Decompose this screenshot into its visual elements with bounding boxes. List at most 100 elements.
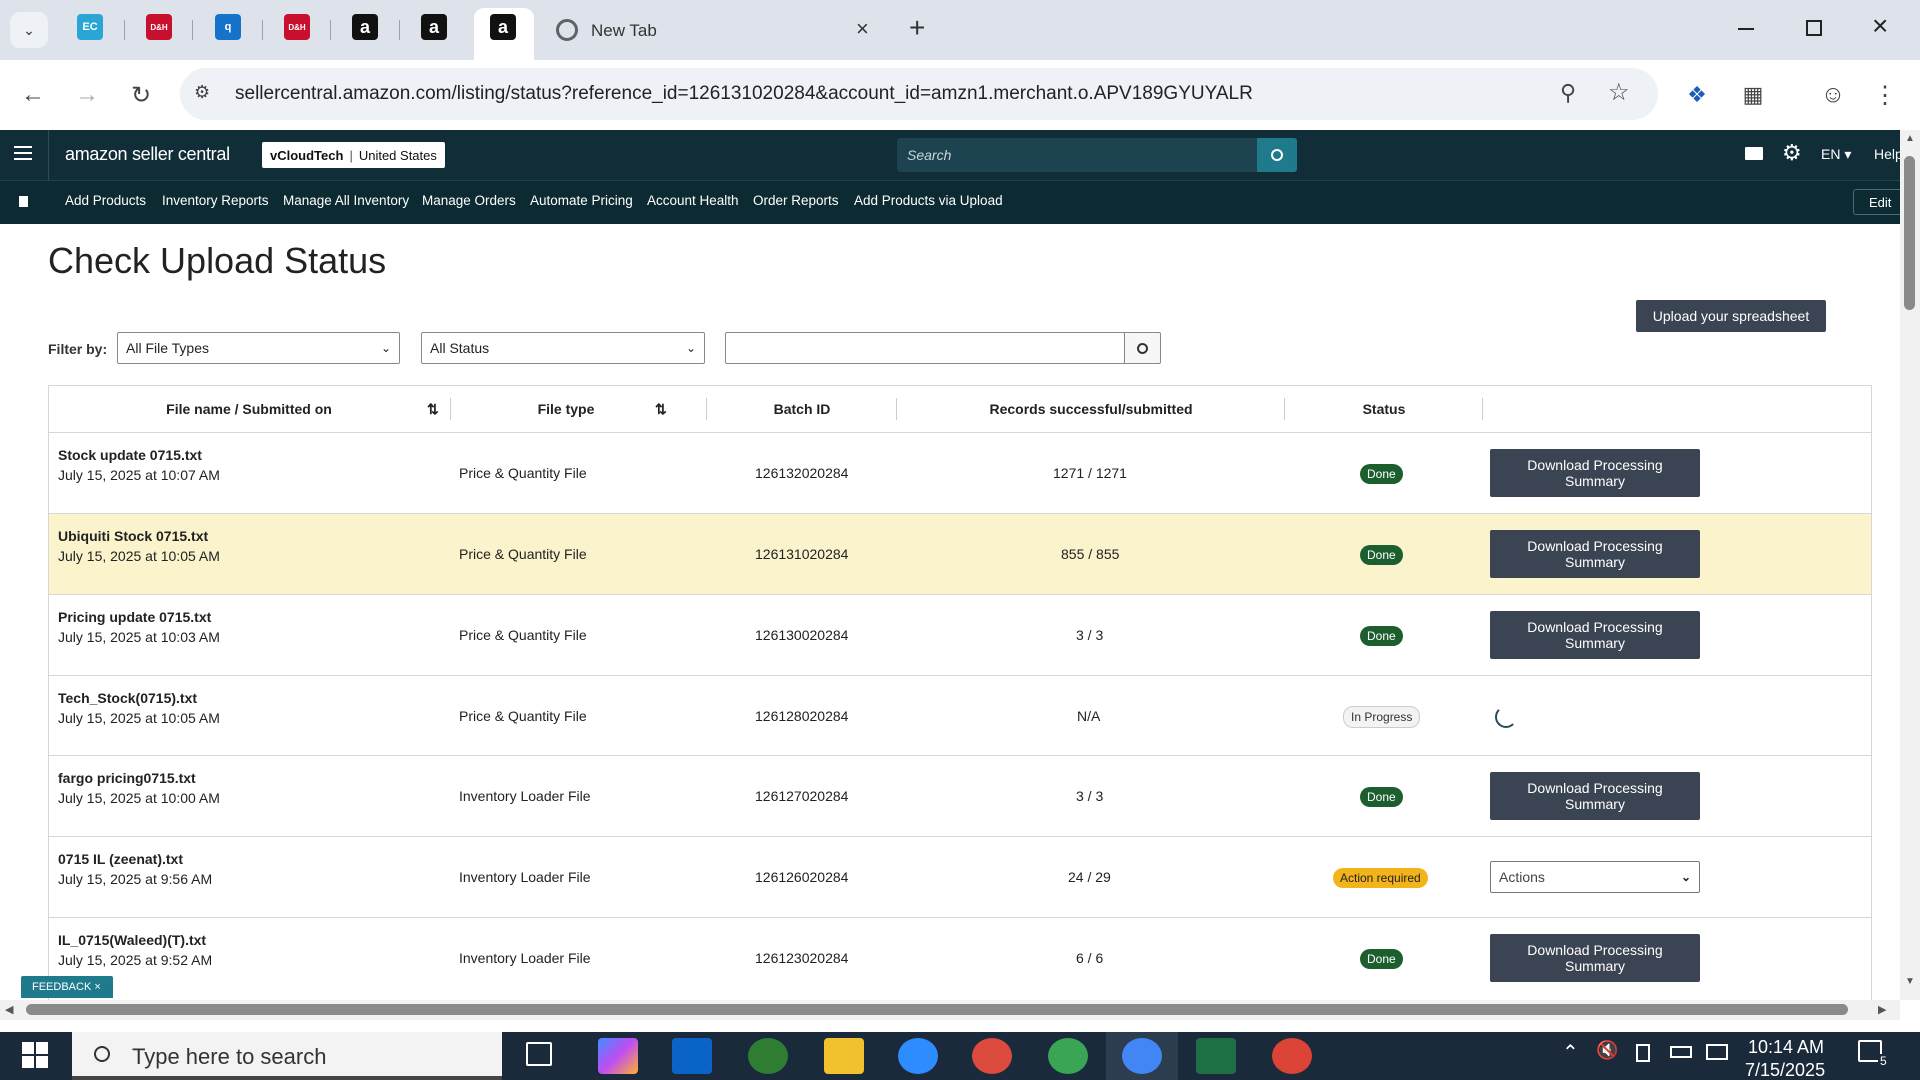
feedback-button[interactable]: FEEDBACK × (21, 976, 113, 998)
download-processing-summary-button[interactable]: Download Processing Summary (1490, 611, 1700, 659)
copilot-icon[interactable] (598, 1038, 638, 1074)
download-processing-summary-button[interactable]: Download Processing Summary (1490, 772, 1700, 820)
language-selector[interactable]: EN ▾ (1821, 146, 1851, 163)
nav-add-products-via-upload[interactable]: Add Products via Upload (854, 193, 1003, 208)
profile-icon[interactable]: ☺ (1816, 78, 1850, 112)
minimize-button[interactable] (1736, 14, 1756, 34)
meet-icon[interactable] (1636, 1044, 1650, 1062)
windows-start-icon[interactable] (22, 1042, 48, 1068)
scroll-right-arrow[interactable]: ▶ (1878, 1003, 1886, 1016)
file-explorer-icon[interactable] (824, 1038, 864, 1074)
tab-search-button[interactable]: ⌄ (10, 12, 48, 48)
menu-dots-icon[interactable]: ⋮ (1868, 78, 1902, 112)
sort-icon[interactable]: ⇅ (427, 401, 439, 418)
header-file-name[interactable]: File name / Submitted on ⇅ (49, 386, 449, 432)
batch-id: 126123020284 (755, 950, 849, 966)
battery-icon[interactable] (1670, 1046, 1692, 1058)
download-processing-summary-button[interactable]: Download Processing Summary (1490, 934, 1700, 982)
nav-order-reports[interactable]: Order Reports (753, 193, 839, 208)
download-processing-summary-button[interactable]: Download Processing Summary (1490, 449, 1700, 497)
excel-icon[interactable] (1196, 1038, 1236, 1074)
close-window-button[interactable]: × (1872, 10, 1888, 42)
tab-dh-1[interactable]: D&H (146, 14, 172, 40)
header-file-type[interactable]: File type ⇅ (451, 386, 681, 432)
sort-icon[interactable]: ⇅ (655, 401, 667, 418)
chrome-z-icon[interactable] (1272, 1038, 1312, 1074)
scroll-down-arrow[interactable]: ▼ (1905, 976, 1915, 987)
scroll-left-arrow[interactable]: ◀ (5, 1003, 13, 1016)
batch-id: 126131020284 (755, 546, 849, 562)
horizontal-scrollbar[interactable]: ◀ ▶ (0, 1000, 1900, 1020)
file-type: Price & Quantity File (459, 627, 587, 643)
submitted-on: July 15, 2025 at 10:07 AM (58, 467, 220, 483)
upload-spreadsheet-button[interactable]: Upload your spreadsheet (1636, 300, 1826, 332)
amazon-icon: a (428, 16, 439, 37)
search-button[interactable] (1257, 138, 1297, 172)
extension-icon[interactable]: ❖ (1680, 78, 1714, 112)
close-icon[interactable]: × (94, 981, 100, 993)
chrome-profile-icon[interactable] (748, 1038, 788, 1074)
scrollbar-thumb[interactable] (1904, 156, 1915, 310)
chrome-profile-2-icon[interactable] (1048, 1038, 1088, 1074)
table-search-input[interactable] (725, 332, 1125, 364)
zoom-icon[interactable] (898, 1038, 938, 1074)
nav-automate-pricing[interactable]: Automate Pricing (530, 193, 633, 208)
file-type: Inventory Loader File (459, 869, 591, 885)
extensions-puzzle-icon[interactable]: ▦ (1736, 78, 1770, 112)
network-icon[interactable] (1706, 1044, 1728, 1060)
outlook-icon[interactable] (672, 1038, 712, 1074)
show-hidden-icons[interactable]: ⌃ (1562, 1040, 1579, 1065)
task-view-icon[interactable] (526, 1042, 552, 1066)
restore-button[interactable] (1806, 20, 1822, 36)
nav-account-health[interactable]: Account Health (647, 193, 739, 208)
status-filter[interactable]: All Status ⌄ (421, 332, 705, 364)
file-type-filter[interactable]: All File Types ⌄ (117, 332, 400, 364)
table-row: Tech_Stock(0715).txt July 15, 2025 at 10… (49, 675, 1871, 756)
status-badge: Done (1360, 464, 1403, 484)
address-bar[interactable]: ⚙ sellercentral.amazon.com/listing/statu… (180, 68, 1658, 120)
help-link[interactable]: Help (1874, 146, 1900, 162)
url-text[interactable]: sellercentral.amazon.com/listing/status?… (235, 83, 1253, 105)
tab-ec[interactable]: EC (77, 14, 103, 40)
chrome-active-icon[interactable] (1122, 1038, 1162, 1074)
hamburger-menu-icon[interactable] (14, 146, 32, 160)
vertical-scrollbar[interactable]: ▲ ▼ (1900, 130, 1920, 1000)
tab-amazon-1[interactable]: a (352, 14, 378, 40)
actions-dropdown[interactable]: Actions ⌄ (1490, 861, 1700, 893)
site-info-icon[interactable]: ⚙ (194, 82, 210, 103)
tab-new-tab[interactable]: New Tab × (544, 10, 884, 50)
settings-gear-icon[interactable]: ⚙ (1782, 140, 1802, 166)
reload-button[interactable]: ↻ (124, 78, 158, 112)
new-tab-button[interactable]: + (909, 12, 925, 44)
clock-time[interactable]: 10:14 AM (1748, 1037, 1824, 1058)
mail-icon[interactable] (1745, 147, 1763, 160)
table-search-button[interactable] (1124, 332, 1161, 364)
search-input[interactable]: Search (897, 138, 1257, 172)
nav-inventory-reports[interactable]: Inventory Reports (162, 193, 269, 208)
clock-date[interactable]: 7/15/2025 (1745, 1060, 1825, 1080)
submitted-on: July 15, 2025 at 10:05 AM (58, 710, 220, 726)
chrome-icon[interactable] (972, 1038, 1012, 1074)
forward-button[interactable]: → (70, 78, 104, 112)
scrollbar-thumb[interactable] (26, 1004, 1848, 1015)
tab-blue-q[interactable]: q (215, 14, 241, 40)
nav-manage-all-inventory[interactable]: Manage All Inventory (283, 193, 409, 208)
close-icon[interactable]: × (856, 16, 869, 42)
bookmark-star-icon[interactable]: ☆ (1608, 78, 1630, 107)
back-button[interactable]: ← (16, 78, 50, 112)
scroll-up-arrow[interactable]: ▲ (1905, 133, 1915, 144)
taskbar-search-box[interactable]: Type here to search (72, 1032, 502, 1080)
download-processing-summary-button[interactable]: Download Processing Summary (1490, 530, 1700, 578)
volume-muted-icon[interactable]: 🔇 (1596, 1040, 1618, 1061)
submitted-on: July 15, 2025 at 10:00 AM (58, 790, 220, 806)
nav-manage-orders[interactable]: Manage Orders (422, 193, 516, 208)
edit-nav-button[interactable]: Edit (1853, 189, 1903, 215)
status-badge: In Progress (1343, 706, 1421, 728)
tab-amazon-2[interactable]: a (421, 14, 447, 40)
seller-central-logo[interactable]: amazon seller central (65, 144, 230, 165)
tab-dh-2[interactable]: D&H (284, 14, 310, 40)
bookmark-icon[interactable] (19, 196, 28, 207)
store-selector[interactable]: vCloudTech | United States (262, 142, 445, 168)
nav-add-products[interactable]: Add Products (65, 193, 146, 208)
zoom-icon[interactable]: ⚲ (1560, 80, 1576, 106)
